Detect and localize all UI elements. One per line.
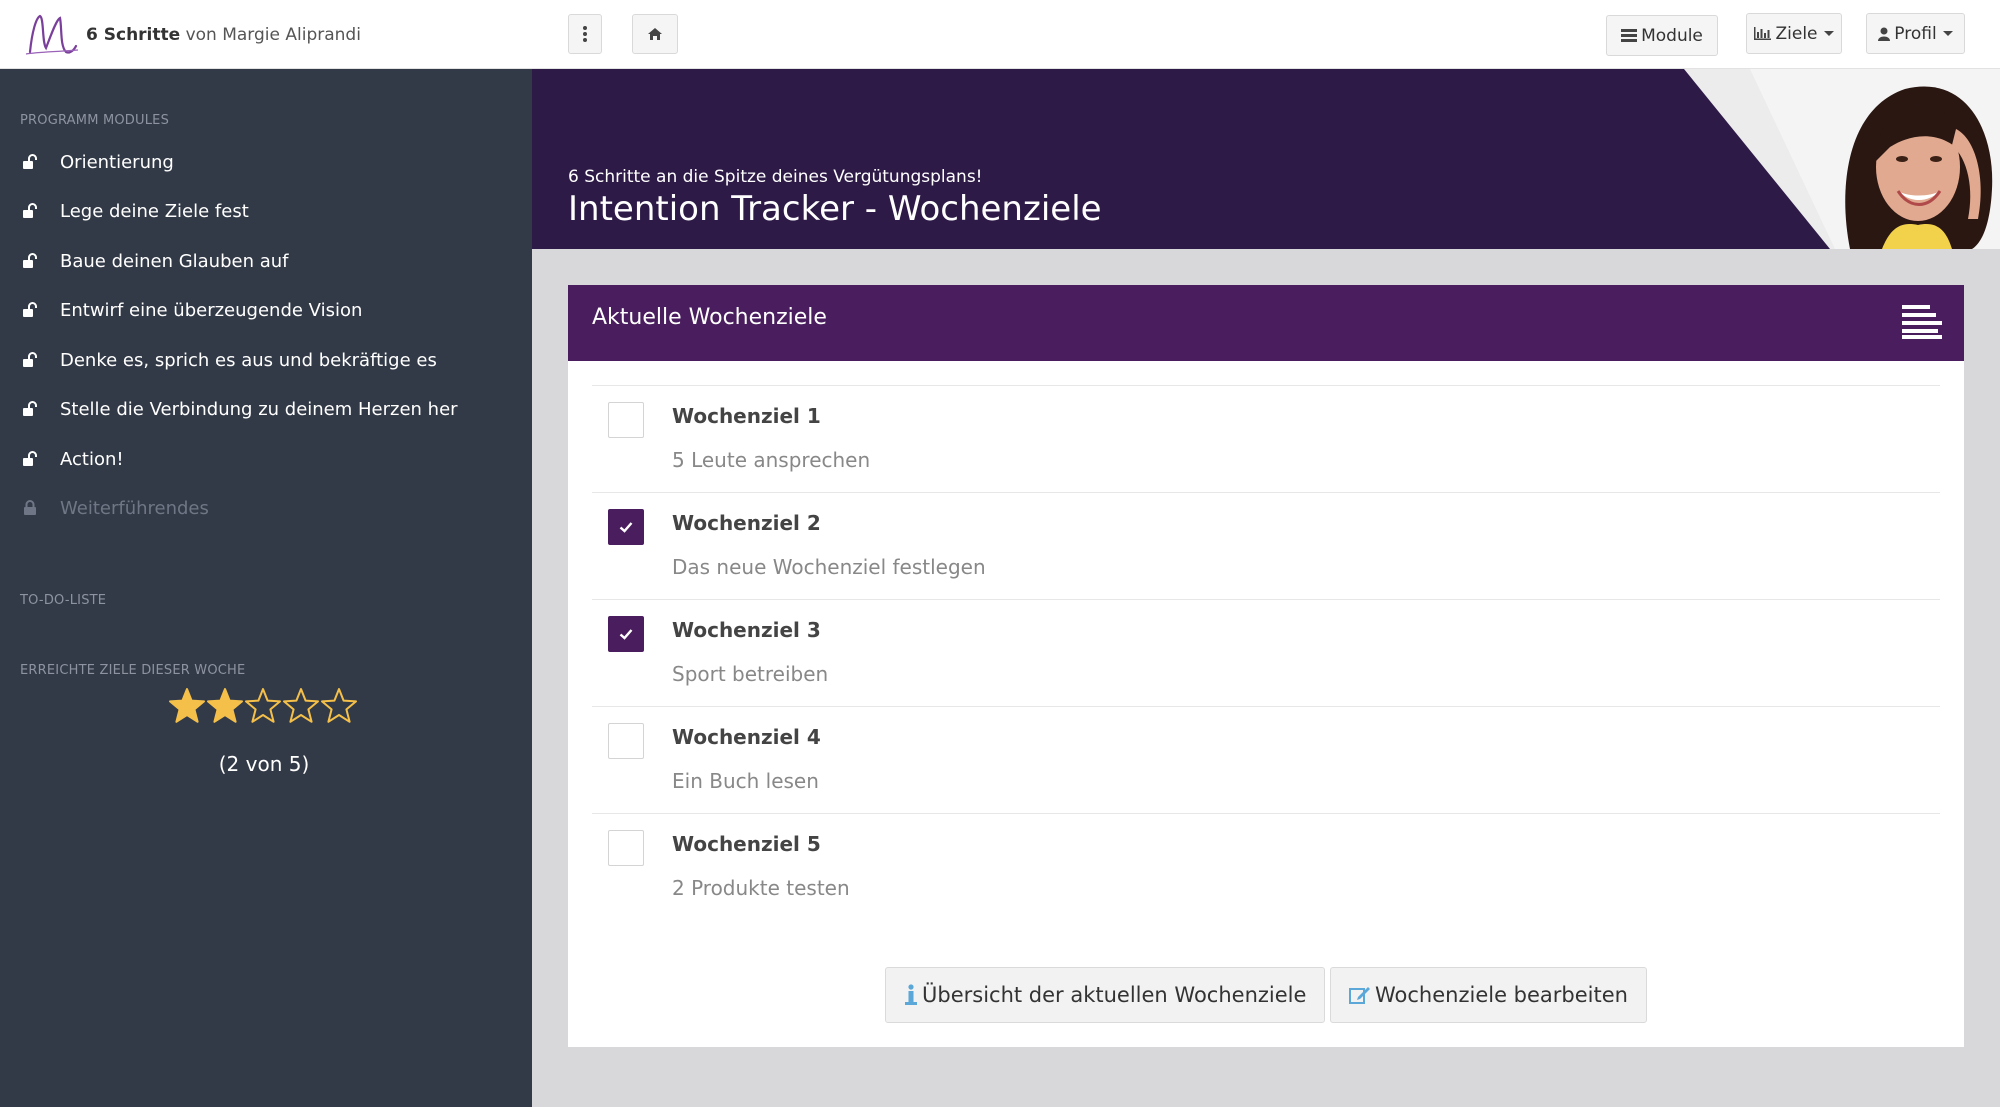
sidebar-item-label: Entwirf eine überzeugende Vision (60, 299, 363, 321)
sidebar-item-label: Stelle die Verbindung zu deinem Herzen h… (60, 398, 458, 420)
sidebar-item-weiterfuehrendes: Weiterführendes (20, 488, 209, 528)
caret-down-icon (1823, 31, 1834, 36)
sidebar-item-herzen[interactable]: Stelle die Verbindung zu deinem Herzen h… (20, 389, 458, 429)
goal-description: Sport betreiben (672, 662, 829, 686)
unlock-icon (20, 399, 40, 419)
brand-title: 6 Schritte (86, 25, 181, 45)
goal-title: Wochenziel 5 (672, 832, 821, 856)
goal-checkbox[interactable] (608, 723, 644, 759)
modules-label: Module (1641, 25, 1703, 46)
overview-button[interactable]: Übersicht der aktuellen Wochenziele (885, 967, 1326, 1023)
sidebar-item-label: Lege deine Ziele fest (60, 200, 249, 222)
card-title: Aktuelle Wochenziele (592, 305, 827, 330)
goal-item: Wochenziel 4 Ein Buch lesen (592, 706, 1940, 813)
weekly-goals-heading: ERREICHTE ZIELE DIESER WOCHE (20, 663, 246, 678)
weekly-goals-rating (168, 687, 358, 725)
info-person-icon (905, 984, 917, 1005)
sidebar: PROGRAMM MODULES Orientierung Lege deine… (0, 69, 532, 1107)
star-empty-icon (321, 688, 357, 723)
sidebar-item-glauben[interactable]: Baue deinen Glauben auf (20, 241, 289, 281)
brand-subtitle: von Margie Aliprandi (180, 25, 361, 45)
vertical-dots-icon (583, 26, 587, 42)
menu-lines-icon[interactable] (1902, 305, 1942, 339)
user-icon (1878, 27, 1891, 41)
sidebar-toggle-button[interactable] (568, 14, 602, 54)
weekly-goals-count: (2 von 5) (218, 752, 310, 776)
unlock-icon (20, 350, 40, 370)
goal-title: Wochenziel 3 (672, 618, 821, 642)
check-icon (619, 629, 633, 640)
goal-description: Ein Buch lesen (672, 769, 819, 793)
goal-checkbox[interactable] (608, 830, 644, 866)
unlock-icon (20, 449, 40, 469)
goal-checkbox[interactable] (608, 402, 644, 438)
sidebar-item-orientierung[interactable]: Orientierung (20, 142, 174, 182)
unlock-icon (20, 152, 40, 172)
brand-text: 6 Schritte von Margie Aliprandi (86, 25, 361, 45)
home-button[interactable] (632, 14, 678, 54)
star-empty-icon (245, 688, 281, 723)
sidebar-item-label: Action! (60, 448, 124, 470)
goal-item: Wochenziel 3 Sport betreiben (592, 599, 1940, 706)
caret-down-icon (1942, 31, 1953, 36)
sidebar-item-label: Denke es, sprich es aus und bekräftige e… (60, 349, 437, 371)
goals-label: Ziele (1775, 23, 1818, 44)
banner-subtitle: 6 Schritte an die Spitze deines Vergütun… (568, 167, 983, 187)
goal-item: Wochenziel 5 2 Produkte testen (592, 813, 1940, 920)
goal-list: Wochenziel 1 5 Leute ansprechen Wochenzi… (592, 385, 1940, 920)
coach-portrait-image (1684, 69, 2000, 249)
bar-chart-icon (1754, 27, 1772, 40)
goal-item: Wochenziel 1 5 Leute ansprechen (592, 385, 1940, 492)
star-filled-icon (207, 688, 243, 723)
brand-logo-icon (25, 14, 79, 55)
goal-title: Wochenziel 1 (672, 404, 821, 428)
goal-title: Wochenziel 2 (672, 511, 821, 535)
goals-dropdown[interactable]: Ziele (1746, 13, 1842, 54)
goal-checkbox[interactable] (608, 616, 644, 652)
sidebar-item-vision[interactable]: Entwirf eine überzeugende Vision (20, 290, 362, 330)
goal-description: 5 Leute ansprechen (672, 448, 871, 472)
sidebar-item-ziele[interactable]: Lege deine Ziele fest (20, 191, 249, 231)
modules-button[interactable]: Module (1606, 15, 1718, 56)
weekly-goals-card: Aktuelle Wochenziele Wochenziel 1 5 Leut… (568, 285, 1964, 1047)
check-icon (619, 522, 633, 533)
goal-title: Wochenziel 4 (672, 725, 821, 749)
profile-dropdown[interactable]: Profil (1866, 13, 1965, 54)
page-banner: 6 Schritte an die Spitze deines Vergütun… (532, 69, 2000, 249)
goal-item: Wochenziel 2 Das neue Wochenziel festleg… (592, 492, 1940, 599)
card-header: Aktuelle Wochenziele (568, 285, 1964, 361)
home-icon (648, 28, 662, 40)
sidebar-item-label: Weiterführendes (60, 497, 209, 519)
edit-icon (1349, 987, 1370, 1004)
goal-checkbox[interactable] (608, 509, 644, 545)
lock-icon (20, 498, 40, 518)
list-icon (1621, 29, 1638, 42)
brand[interactable]: 6 Schritte von Margie Aliprandi (22, 12, 361, 58)
goal-description: 2 Produkte testen (672, 876, 850, 900)
unlock-icon (20, 251, 40, 271)
sidebar-item-bekraeftige[interactable]: Denke es, sprich es aus und bekräftige e… (20, 340, 437, 380)
sidebar-item-label: Orientierung (60, 151, 174, 173)
edit-goals-button[interactable]: Wochenziele bearbeiten (1330, 967, 1647, 1023)
sidebar-item-action[interactable]: Action! (20, 439, 124, 479)
todo-heading[interactable]: TO-DO-LISTE (20, 593, 106, 608)
sidebar-item-label: Baue deinen Glauben auf (60, 250, 289, 272)
overview-button-label: Übersicht der aktuellen Wochenziele (922, 983, 1307, 1007)
page-title: Intention Tracker - Wochenziele (568, 189, 1102, 229)
unlock-icon (20, 300, 40, 320)
modules-heading: PROGRAMM MODULES (20, 113, 170, 128)
top-navbar: 6 Schritte von Margie Aliprandi Module Z… (0, 0, 2000, 69)
star-empty-icon (283, 688, 319, 723)
unlock-icon (20, 201, 40, 221)
profile-label: Profil (1894, 23, 1937, 44)
edit-goals-button-label: Wochenziele bearbeiten (1375, 983, 1628, 1007)
goal-description: Das neue Wochenziel festlegen (672, 555, 986, 579)
star-filled-icon (169, 688, 205, 723)
